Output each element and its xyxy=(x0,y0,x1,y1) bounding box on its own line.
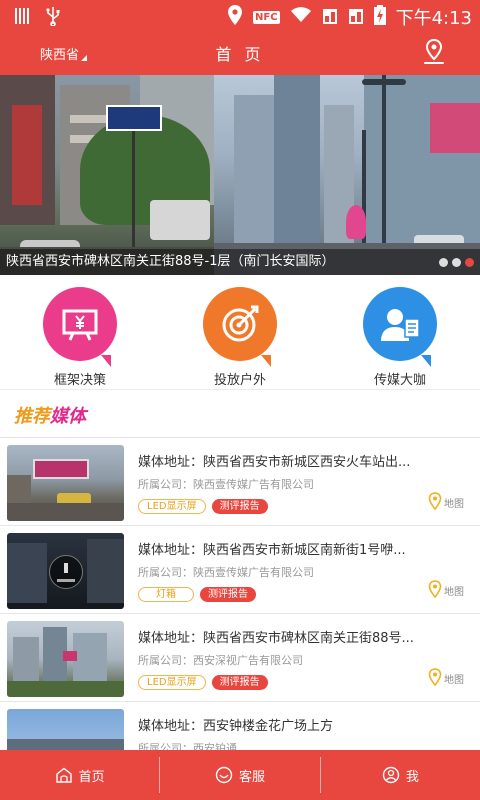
section-title-part1: 推荐 xyxy=(14,406,50,427)
media-address: 媒体地址：西安钟楼金花广场上方 xyxy=(138,719,334,734)
media-thumbnail xyxy=(7,445,124,521)
media-thumbnail xyxy=(7,533,124,609)
bottom-tab-bar: 首页 客服 我 xyxy=(0,750,480,800)
media-thumbnail xyxy=(7,621,124,697)
target-icon xyxy=(203,287,277,367)
evaluation-report-button[interactable]: 测评报告 xyxy=(211,675,268,690)
tab-home[interactable]: 首页 xyxy=(0,750,159,800)
category-row: 框架决策 投放户外 传媒大咖 xyxy=(0,275,480,390)
media-type-tag: LED显示屏 xyxy=(138,675,206,690)
category-outdoor-placement[interactable]: 投放户外 xyxy=(190,287,290,388)
evaluation-report-button[interactable]: 测评报告 xyxy=(200,587,256,602)
map-link[interactable]: 地图 xyxy=(428,668,464,686)
tab-customer-service[interactable]: 客服 xyxy=(160,750,319,800)
page-title: 首 页 xyxy=(215,45,265,64)
person-icon xyxy=(363,287,437,367)
list-item[interactable]: 媒体地址：陕西省西安市新城区南新街1号咿... 所属公司：陕西壹传媒广告有限公司… xyxy=(0,526,480,614)
media-address: 媒体地址：陕西省西安市碑林区南关正街88号... xyxy=(138,631,414,646)
map-location-icon[interactable] xyxy=(422,38,446,70)
media-type-tag: 灯箱 xyxy=(138,587,194,602)
carousel-dot[interactable] xyxy=(439,258,448,267)
media-type-tag: LED显示屏 xyxy=(138,499,206,514)
category-media-expert[interactable]: 传媒大咖 xyxy=(350,287,450,388)
customer-service-icon xyxy=(215,766,233,784)
map-pin-icon xyxy=(428,492,442,510)
category-label: 投放户外 xyxy=(213,373,266,388)
tab-label: 我 xyxy=(405,769,419,785)
category-framework-decision[interactable]: 框架决策 xyxy=(30,287,130,388)
barcode-icon xyxy=(14,7,32,29)
tab-profile[interactable]: 我 xyxy=(321,750,480,800)
signal-icon-2 xyxy=(348,5,364,29)
map-link-label: 地图 xyxy=(444,499,464,510)
usb-icon xyxy=(46,6,60,30)
media-company: 所属公司：陕西壹传媒广告有限公司 xyxy=(138,478,314,491)
banner-photo-street xyxy=(0,75,214,275)
list-item[interactable]: 媒体地址：陕西省西安市新城区西安火车站出... 所属公司：陕西壹传媒广告有限公司… xyxy=(0,438,480,526)
yuan-board-icon xyxy=(43,287,117,367)
user-icon xyxy=(382,766,400,784)
map-link[interactable]: 地图 xyxy=(428,580,464,598)
signal-icon xyxy=(322,5,338,29)
map-link-label: 地图 xyxy=(444,675,464,686)
map-pin-icon xyxy=(428,580,442,598)
banner-carousel[interactable]: 陕西省西安市碑林区南关正街88号-1层（南门长安国际） xyxy=(0,75,480,275)
banner-photo-plaza xyxy=(214,75,480,275)
media-company: 所属公司：陕西壹传媒广告有限公司 xyxy=(138,566,314,579)
media-address: 媒体地址：陕西省西安市新城区西安火车站出... xyxy=(138,455,411,470)
battery-icon xyxy=(373,5,386,29)
list-item[interactable]: 媒体地址：陕西省西安市碑林区南关正街88号... 所属公司：西安深视广告有限公司… xyxy=(0,614,480,702)
section-title: 推荐媒体 xyxy=(14,402,86,428)
nfc-icon: NFC xyxy=(253,10,280,24)
top-nav-bar: 陕西省 首 页 xyxy=(0,32,480,75)
carousel-dot[interactable] xyxy=(452,258,461,267)
map-link[interactable]: 地图 xyxy=(428,492,464,510)
wifi-icon xyxy=(290,6,312,28)
media-address: 媒体地址：陕西省西安市新城区南新街1号咿... xyxy=(138,543,406,558)
tab-label: 首页 xyxy=(78,769,105,785)
media-company: 所属公司：西安深视广告有限公司 xyxy=(138,654,303,667)
category-label: 传媒大咖 xyxy=(373,373,426,388)
tab-label: 客服 xyxy=(238,769,265,785)
clock-time: 下午4:13 xyxy=(395,8,472,29)
carousel-dots xyxy=(439,258,474,267)
map-pin-icon xyxy=(428,668,442,686)
banner-caption: 陕西省西安市碑林区南关正街88号-1层（南门长安国际） xyxy=(0,249,480,275)
home-icon xyxy=(55,767,72,783)
evaluation-report-button[interactable]: 测评报告 xyxy=(211,499,268,514)
category-label: 框架决策 xyxy=(53,373,106,388)
app-screen: NFC 下午4:13 陕西省 首 页 陕西省西安市碑林区南关正街88号-1层（南… xyxy=(0,0,480,800)
location-icon xyxy=(227,4,243,30)
section-title-part2: 媒体 xyxy=(50,406,86,427)
status-bar: NFC 下午4:13 xyxy=(0,0,480,32)
carousel-dot-active[interactable] xyxy=(465,258,474,267)
map-link-label: 地图 xyxy=(444,587,464,598)
